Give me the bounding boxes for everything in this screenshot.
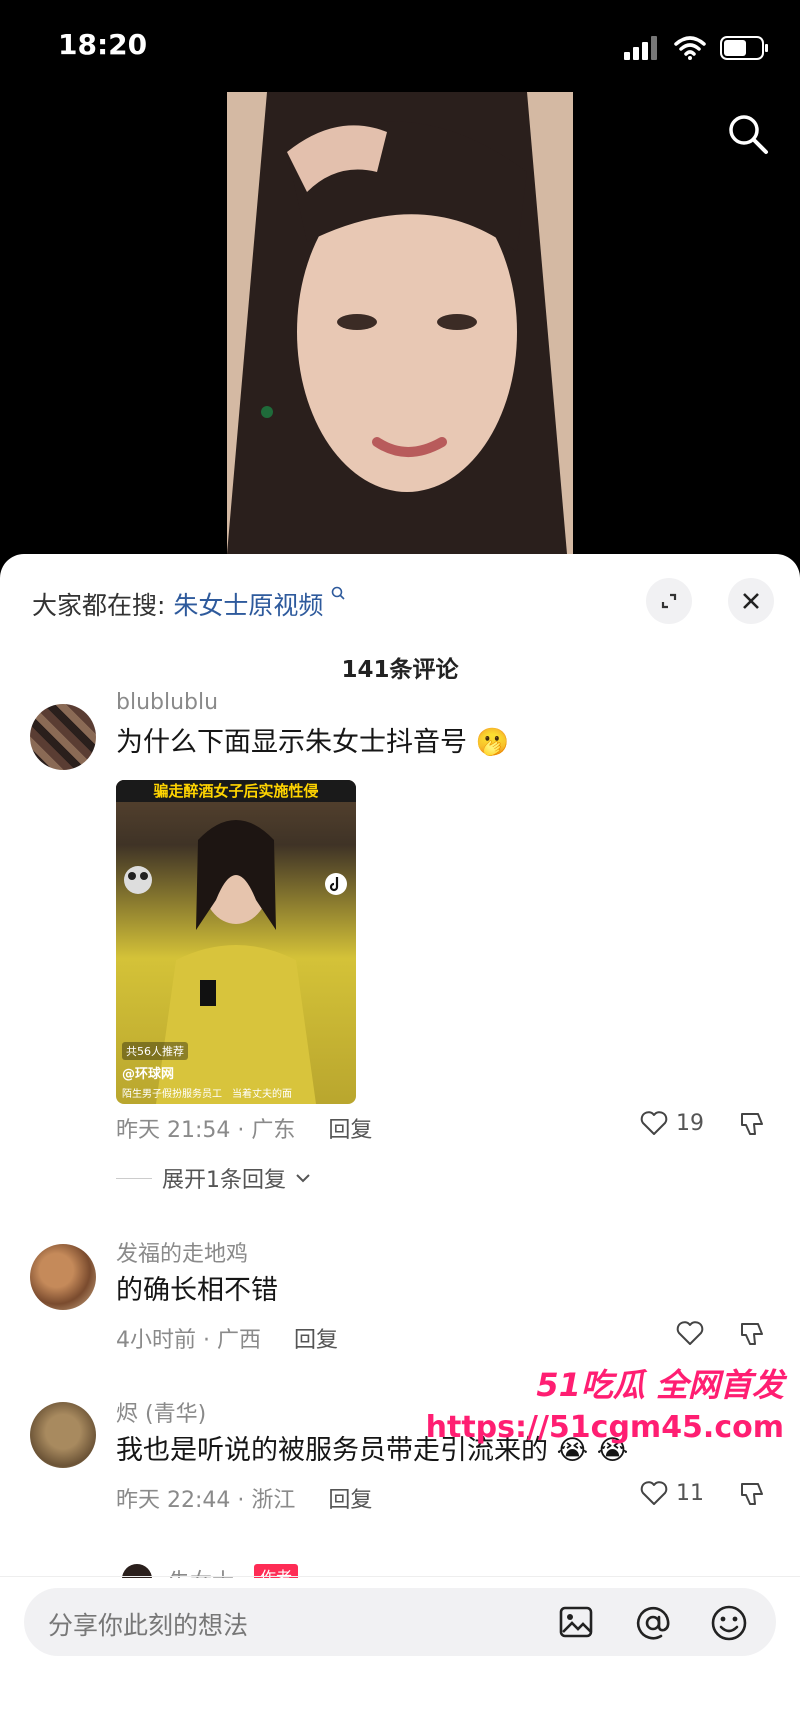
comment-text: 为什么下面显示朱女士抖音号 🫢	[116, 720, 509, 759]
heart-icon	[640, 1111, 668, 1135]
like-button[interactable]: 11	[640, 1480, 704, 1506]
avatar[interactable]	[30, 704, 96, 770]
image-icon[interactable]	[558, 1604, 594, 1640]
comment-text-body: 为什么下面显示朱女士抖音号	[116, 727, 467, 758]
dislike-icon[interactable]	[738, 1480, 766, 1508]
battery-icon	[720, 36, 768, 60]
watermark-line2: https://51cgm45.com	[425, 1410, 784, 1445]
watermark: 51吃瓜 全网首发 https://51cgm45.com	[426, 1360, 784, 1445]
close-panel-button[interactable]	[728, 578, 774, 624]
trending-prefix: 大家都在搜:	[32, 591, 166, 620]
reply-button[interactable]: 回复	[328, 1488, 372, 1513]
comment-meta: 昨天 21:54 · 广东 回复	[116, 1112, 372, 1144]
video-frame[interactable]	[227, 92, 573, 554]
avatar[interactable]	[30, 1244, 96, 1310]
trending-link[interactable]: 朱女士原视频	[173, 591, 323, 620]
search-icon[interactable]	[726, 112, 770, 156]
status-bar: 18:20	[0, 0, 800, 100]
small-search-icon	[332, 586, 345, 600]
reply-button[interactable]: 回复	[294, 1328, 338, 1353]
divider-line	[116, 1177, 152, 1179]
thumb-likes: 共56人推荐	[122, 1042, 188, 1060]
comment-time-location: 昨天 21:54 · 广东	[116, 1118, 296, 1143]
like-count: 19	[676, 1110, 704, 1136]
avatar[interactable]	[30, 1402, 96, 1468]
video-player[interactable]	[0, 92, 800, 554]
like-button[interactable]	[676, 1320, 704, 1346]
expand-replies-label: 展开1条回复	[162, 1168, 286, 1193]
emoji-icon[interactable]	[710, 1604, 748, 1642]
divider	[0, 1576, 800, 1577]
comment-count: 141条评论	[341, 657, 459, 683]
heart-icon	[676, 1321, 704, 1345]
watermark-line1: 51吃瓜 全网首发	[536, 1366, 784, 1404]
comment-item-partial: 朱女士 作者	[0, 1556, 800, 1578]
comment-username[interactable]: blublublu	[116, 690, 218, 715]
chevron-down-icon	[296, 1174, 310, 1183]
comment-text: 的确长相不错	[116, 1275, 278, 1306]
status-time: 18:20	[58, 28, 148, 61]
like-button[interactable]: 19	[640, 1110, 704, 1136]
expand-panel-button[interactable]	[646, 578, 692, 624]
comment-input-placeholder: 分享你此刻的想法	[48, 1611, 249, 1640]
comment-panel: 大家都在搜: 朱女士原视频 141条评论 blublublu 为什么下面显示朱女…	[0, 554, 800, 1733]
expand-replies-button[interactable]: 展开1条回复	[116, 1162, 310, 1194]
comment-image-thumbnail[interactable]: 骗走醉酒女子后实施性侵 共56人推荐 @环球网 陌生男子假扮服务员工 当着丈夫的…	[116, 780, 356, 1104]
thumb-caption: 陌生男子假扮服务员工 当着丈夫的面	[122, 1089, 292, 1100]
tiktok-icon	[325, 873, 347, 895]
comment-username[interactable]: 发福的走地鸡	[116, 1236, 248, 1268]
heart-icon	[640, 1481, 668, 1505]
comment-meta: 4小时前 · 广西 回复	[116, 1322, 338, 1354]
emoji: 🫢	[475, 727, 510, 758]
comment-username[interactable]: 烬 (青华)	[116, 1396, 206, 1428]
cellular-signal-icon	[624, 36, 657, 60]
status-icons	[624, 36, 770, 60]
like-count: 11	[676, 1480, 704, 1506]
comment-time-location: 昨天 22:44 · 浙江	[116, 1488, 296, 1513]
trending-search[interactable]: 大家都在搜: 朱女士原视频	[32, 586, 345, 622]
comment-input[interactable]: 分享你此刻的想法	[24, 1588, 776, 1656]
comment-meta: 昨天 22:44 · 浙江 回复	[116, 1482, 372, 1514]
wifi-icon	[674, 36, 706, 60]
mention-icon[interactable]	[634, 1604, 672, 1642]
comment-time-location: 4小时前 · 广西	[116, 1328, 261, 1353]
dislike-icon[interactable]	[738, 1320, 766, 1348]
expand-icon	[661, 593, 677, 609]
video-person-image	[227, 92, 573, 554]
reply-button[interactable]: 回复	[328, 1118, 372, 1143]
dislike-icon[interactable]	[738, 1110, 766, 1138]
close-icon	[743, 593, 759, 609]
thumb-source: @环球网	[122, 1067, 175, 1082]
